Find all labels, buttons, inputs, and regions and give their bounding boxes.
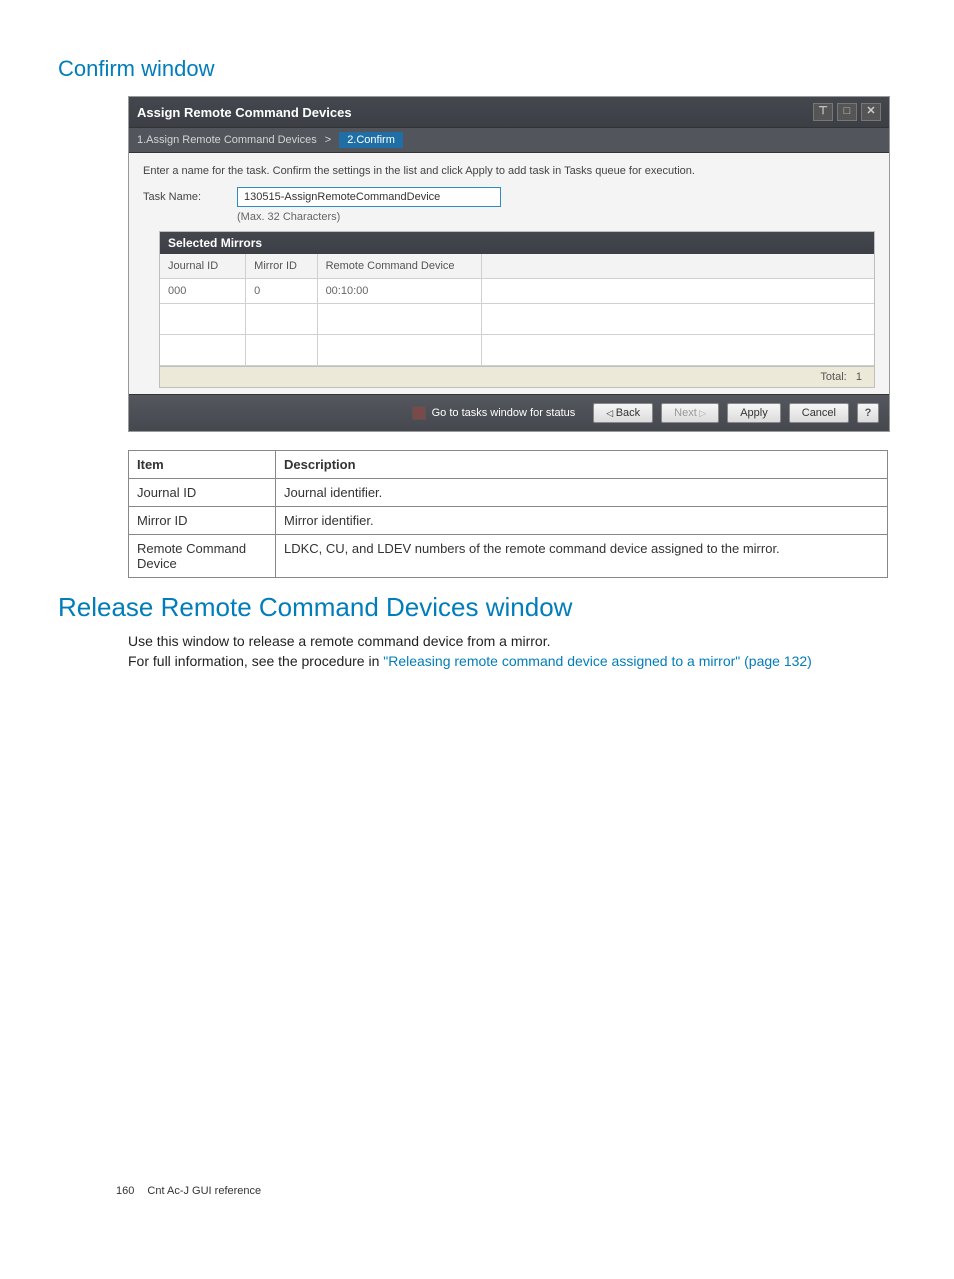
back-button[interactable]: Back xyxy=(593,403,653,423)
crumb-step1[interactable]: 1.Assign Remote Command Devices xyxy=(137,134,317,146)
page-number: 160 xyxy=(116,1185,134,1197)
paragraph: For full information, see the procedure … xyxy=(128,651,896,671)
cancel-button[interactable]: Cancel xyxy=(789,403,849,423)
dialog-footer: Go to tasks window for status Back Next … xyxy=(129,394,889,431)
desc-desc: LDKC, CU, and LDEV numbers of the remote… xyxy=(276,535,888,578)
desc-col-description: Description xyxy=(276,451,888,479)
desc-item: Mirror ID xyxy=(129,507,276,535)
table-row xyxy=(160,335,874,366)
section-heading-release: Release Remote Command Devices window xyxy=(58,592,896,623)
table-header-row: Journal ID Mirror ID Remote Command Devi… xyxy=(160,254,874,279)
pin-icon[interactable]: ⊤ xyxy=(813,103,833,121)
col-remote-cmd: Remote Command Device xyxy=(317,254,481,279)
crumb-sep: > xyxy=(325,134,331,146)
help-button[interactable]: ? xyxy=(857,403,879,423)
dialog-body: Enter a name for the task. Confirm the s… xyxy=(129,153,889,394)
desc-item: Journal ID xyxy=(129,479,276,507)
task-name-input[interactable] xyxy=(237,187,501,207)
desc-item: Remote Command Device xyxy=(129,535,276,578)
dialog-titlebar: Assign Remote Command Devices ⊤ □ ✕ xyxy=(129,97,889,127)
cell-remote-cmd: 00:10:00 xyxy=(317,279,481,304)
dialog-title: Assign Remote Command Devices xyxy=(137,105,813,120)
maximize-icon[interactable]: □ xyxy=(837,103,857,121)
checkbox-icon[interactable] xyxy=(412,406,426,420)
xref-link[interactable]: "Releasing remote command device assigne… xyxy=(383,653,812,669)
task-name-label: Task Name: xyxy=(143,187,213,203)
table-row[interactable]: 000 0 00:10:00 xyxy=(160,279,874,304)
cell-mirror-id: 0 xyxy=(246,279,317,304)
total-bar: Total: 1 xyxy=(159,367,875,388)
cell-spacer xyxy=(481,279,874,304)
col-journal-id: Journal ID xyxy=(160,254,246,279)
cell-journal-id: 000 xyxy=(160,279,246,304)
apply-button[interactable]: Apply xyxy=(727,403,781,423)
col-mirror-id: Mirror ID xyxy=(246,254,317,279)
total-value: 1 xyxy=(856,371,862,383)
desc-desc: Mirror identifier. xyxy=(276,507,888,535)
table-row: Remote Command Device LDKC, CU, and LDEV… xyxy=(129,535,888,578)
desc-desc: Journal identifier. xyxy=(276,479,888,507)
table-row: Journal ID Journal identifier. xyxy=(129,479,888,507)
dialog-instruction: Enter a name for the task. Confirm the s… xyxy=(143,165,875,177)
description-table: Item Description Journal ID Journal iden… xyxy=(128,450,888,578)
paragraph-pre: For full information, see the procedure … xyxy=(128,653,383,669)
dialog-container: Assign Remote Command Devices ⊤ □ ✕ 1.As… xyxy=(128,96,890,432)
table-row xyxy=(160,304,874,335)
col-spacer xyxy=(481,254,874,279)
task-name-hint: (Max. 32 Characters) xyxy=(237,211,875,223)
goto-tasks-checkbox-row[interactable]: Go to tasks window for status xyxy=(412,406,576,420)
desc-col-item: Item xyxy=(129,451,276,479)
page-footer-text: Cnt Ac-J GUI reference xyxy=(147,1185,261,1197)
close-icon[interactable]: ✕ xyxy=(861,103,881,121)
selected-mirrors-panel: Selected Mirrors Journal ID Mirror ID Re… xyxy=(159,231,875,367)
wizard-breadcrumb: 1.Assign Remote Command Devices > 2.Conf… xyxy=(129,127,889,153)
goto-tasks-label: Go to tasks window for status xyxy=(432,407,576,419)
crumb-step2: 2.Confirm xyxy=(339,132,403,148)
section-heading-confirm: Confirm window xyxy=(58,56,896,82)
next-button: Next xyxy=(661,403,719,423)
page-footer: 160 Cnt Ac-J GUI reference xyxy=(116,1185,261,1197)
body-text: Use this window to release a remote comm… xyxy=(128,631,896,672)
paragraph: Use this window to release a remote comm… xyxy=(128,631,896,651)
table-row: Mirror ID Mirror identifier. xyxy=(129,507,888,535)
total-label: Total: xyxy=(820,371,846,383)
desc-header-row: Item Description xyxy=(129,451,888,479)
selected-mirrors-table: Journal ID Mirror ID Remote Command Devi… xyxy=(160,254,874,366)
selected-mirrors-title: Selected Mirrors xyxy=(160,232,874,254)
